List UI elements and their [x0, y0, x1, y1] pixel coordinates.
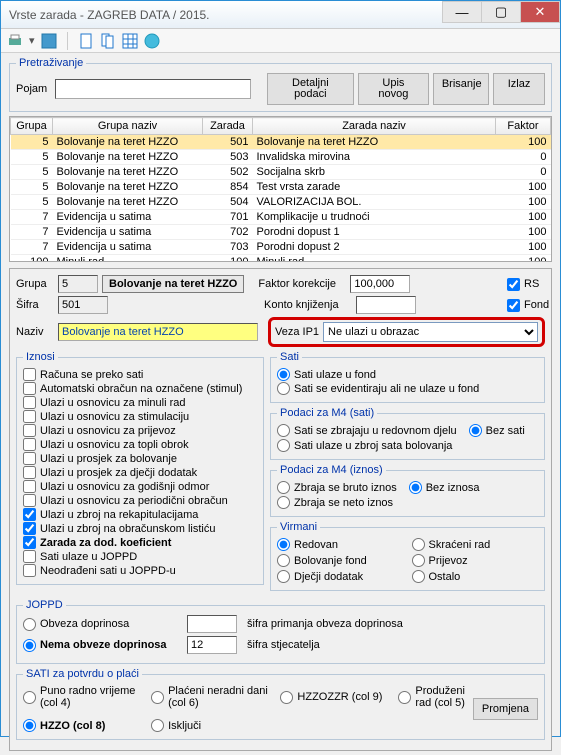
iznosi-fieldset: Iznosi Računa se preko satiAutomatski ob…: [16, 351, 264, 585]
iznosi-item[interactable]: Ulazi u osnovicu za minuli rad: [23, 396, 257, 409]
table-row[interactable]: 5Bolovanje na teret HZZO504VALORIZACIJA …: [11, 195, 551, 210]
virmani-option[interactable]: Dječji dodatak: [277, 570, 404, 583]
iznosi-item[interactable]: Zarada za dod. koeficient: [23, 536, 257, 549]
window-title: Vrste zarada - ZAGREB DATA / 2015.: [9, 8, 443, 22]
rs-checkbox[interactable]: [507, 278, 520, 291]
virmani-option[interactable]: Ostalo: [412, 570, 539, 583]
data-table[interactable]: GrupaGrupa nazivZaradaZarada nazivFaktor…: [9, 116, 552, 262]
iznosi-item[interactable]: Ulazi u osnovicu za prijevoz: [23, 424, 257, 437]
iznosi-item[interactable]: Ulazi u osnovicu za periodični obračun: [23, 494, 257, 507]
virmani-option[interactable]: Skraćeni rad: [412, 538, 539, 551]
satipot-option[interactable]: Isključi: [151, 719, 272, 732]
naziv-label: Naziv: [16, 326, 54, 338]
grid-icon[interactable]: [122, 33, 138, 49]
satipot-option[interactable]: HZZO (col 8): [23, 719, 143, 732]
m4iznos-opt2[interactable]: [277, 496, 290, 509]
table-header[interactable]: Zarada naziv: [253, 118, 496, 135]
detail-button[interactable]: Detaljni podaci: [267, 73, 354, 105]
sati-opt2[interactable]: [277, 382, 290, 395]
veza-label: Veza IP1: [275, 326, 319, 338]
satipot-option[interactable]: Produženi rad (col 5): [398, 685, 465, 709]
doc1-icon[interactable]: [78, 33, 94, 49]
change-button[interactable]: Promjena: [473, 698, 538, 720]
satipot-option[interactable]: Puno radno vrijeme (col 4): [23, 685, 143, 709]
table-header[interactable]: Zarada: [203, 118, 253, 135]
sifra-label: Šifra: [16, 299, 54, 311]
table-row[interactable]: 7Evidencija u satima701Komplikacije u tr…: [11, 210, 551, 225]
iznosi-item[interactable]: Sati ulaze u JOPPD: [23, 550, 257, 563]
grupa-naziv-button[interactable]: Bolovanje na teret HZZO: [102, 275, 244, 293]
table-header[interactable]: Grupa: [11, 118, 53, 135]
iznosi-item[interactable]: Automatski obračun na označene (stimul): [23, 382, 257, 395]
virmani-option[interactable]: Bolovanje fond: [277, 554, 404, 567]
naziv-field[interactable]: [58, 323, 258, 341]
iznosi-item[interactable]: Ulazi u osnovicu za stimulaciju: [23, 410, 257, 423]
sifra-field: [58, 296, 108, 314]
joppd-opt1[interactable]: [23, 618, 36, 631]
maximize-button[interactable]: ▢: [481, 1, 521, 23]
virmani-option[interactable]: Redovan: [277, 538, 404, 551]
joppd-sifra2[interactable]: [187, 636, 237, 654]
satipot-option[interactable]: Plaćeni neradni dani (col 6): [151, 685, 272, 709]
table-row[interactable]: 5Bolovanje na teret HZZO854Test vrsta za…: [11, 180, 551, 195]
m4iznos-opt3[interactable]: [409, 481, 422, 494]
iznosi-item[interactable]: Neodrađeni sati u JOPPD-u: [23, 564, 257, 577]
m4sati-opt1[interactable]: [277, 424, 290, 437]
fond-checkbox[interactable]: [507, 299, 520, 312]
iznosi-item[interactable]: Ulazi u osnovicu za godišnji odmor: [23, 480, 257, 493]
konto-label: Konto knjiženja: [264, 299, 352, 311]
grupa-field: [58, 275, 98, 293]
virmani-option[interactable]: Prijevoz: [412, 554, 539, 567]
search-input[interactable]: [55, 79, 251, 99]
search-legend: Pretraživanje: [16, 57, 86, 69]
dropdown-arrow-icon[interactable]: ▾: [29, 34, 35, 47]
table-header[interactable]: Faktor: [496, 118, 551, 135]
table-row[interactable]: 7Evidencija u satima703Porodni dopust 21…: [11, 240, 551, 255]
search-fieldset: Pretraživanje Pojam Detaljni podaci Upis…: [9, 57, 552, 112]
faktor-label: Faktor korekcije: [258, 278, 346, 290]
doc2-icon[interactable]: [100, 33, 116, 49]
veza-select[interactable]: Ne ulazi u obrazac: [323, 322, 538, 342]
exit-button[interactable]: Izlaz: [493, 73, 545, 105]
iznosi-item[interactable]: Računa se preko sati: [23, 368, 257, 381]
image-icon[interactable]: [41, 33, 57, 49]
konto-field[interactable]: [356, 296, 416, 314]
minimize-button[interactable]: —: [442, 1, 482, 23]
iznosi-item[interactable]: Ulazi u zbroj na rekapitulacijama: [23, 508, 257, 521]
joppd-sifra1[interactable]: [187, 615, 237, 633]
search-label: Pojam: [16, 83, 47, 95]
table-row[interactable]: 5Bolovanje na teret HZZO502Socijalna skr…: [11, 165, 551, 180]
faktor-field[interactable]: [350, 275, 410, 293]
table-row[interactable]: 100Minuli rad100Minuli rad100: [11, 255, 551, 263]
toolbar: ▾: [1, 29, 560, 53]
table-header[interactable]: Grupa naziv: [53, 118, 203, 135]
satipot-option[interactable]: HZZOZZR (col 9): [280, 691, 382, 704]
new-button[interactable]: Upis novog: [358, 73, 429, 105]
joppd-opt2[interactable]: [23, 639, 36, 652]
table-row[interactable]: 5Bolovanje na teret HZZO501Bolovanje na …: [11, 135, 551, 150]
close-button[interactable]: ✕: [520, 1, 560, 23]
sati-opt1[interactable]: [277, 368, 290, 381]
globe-icon[interactable]: [144, 33, 160, 49]
iznosi-item[interactable]: Ulazi u osnovicu za topli obrok: [23, 438, 257, 451]
iznosi-item[interactable]: Ulazi u prosjek za dječji dodatak: [23, 466, 257, 479]
iznosi-item[interactable]: Ulazi u prosjek za bolovanje: [23, 452, 257, 465]
m4iznos-opt1[interactable]: [277, 481, 290, 494]
m4sati-opt2[interactable]: [277, 439, 290, 452]
table-row[interactable]: 7Evidencija u satima702Porodni dopust 11…: [11, 225, 551, 240]
m4sati-opt3[interactable]: [469, 424, 482, 437]
iznosi-item[interactable]: Ulazi u zbroj na obračunskom listiću: [23, 522, 257, 535]
print-icon[interactable]: [7, 33, 23, 49]
delete-button[interactable]: Brisanje: [433, 73, 489, 105]
grupa-label: Grupa: [16, 278, 54, 290]
table-row[interactable]: 5Bolovanje na teret HZZO503Invalidska mi…: [11, 150, 551, 165]
